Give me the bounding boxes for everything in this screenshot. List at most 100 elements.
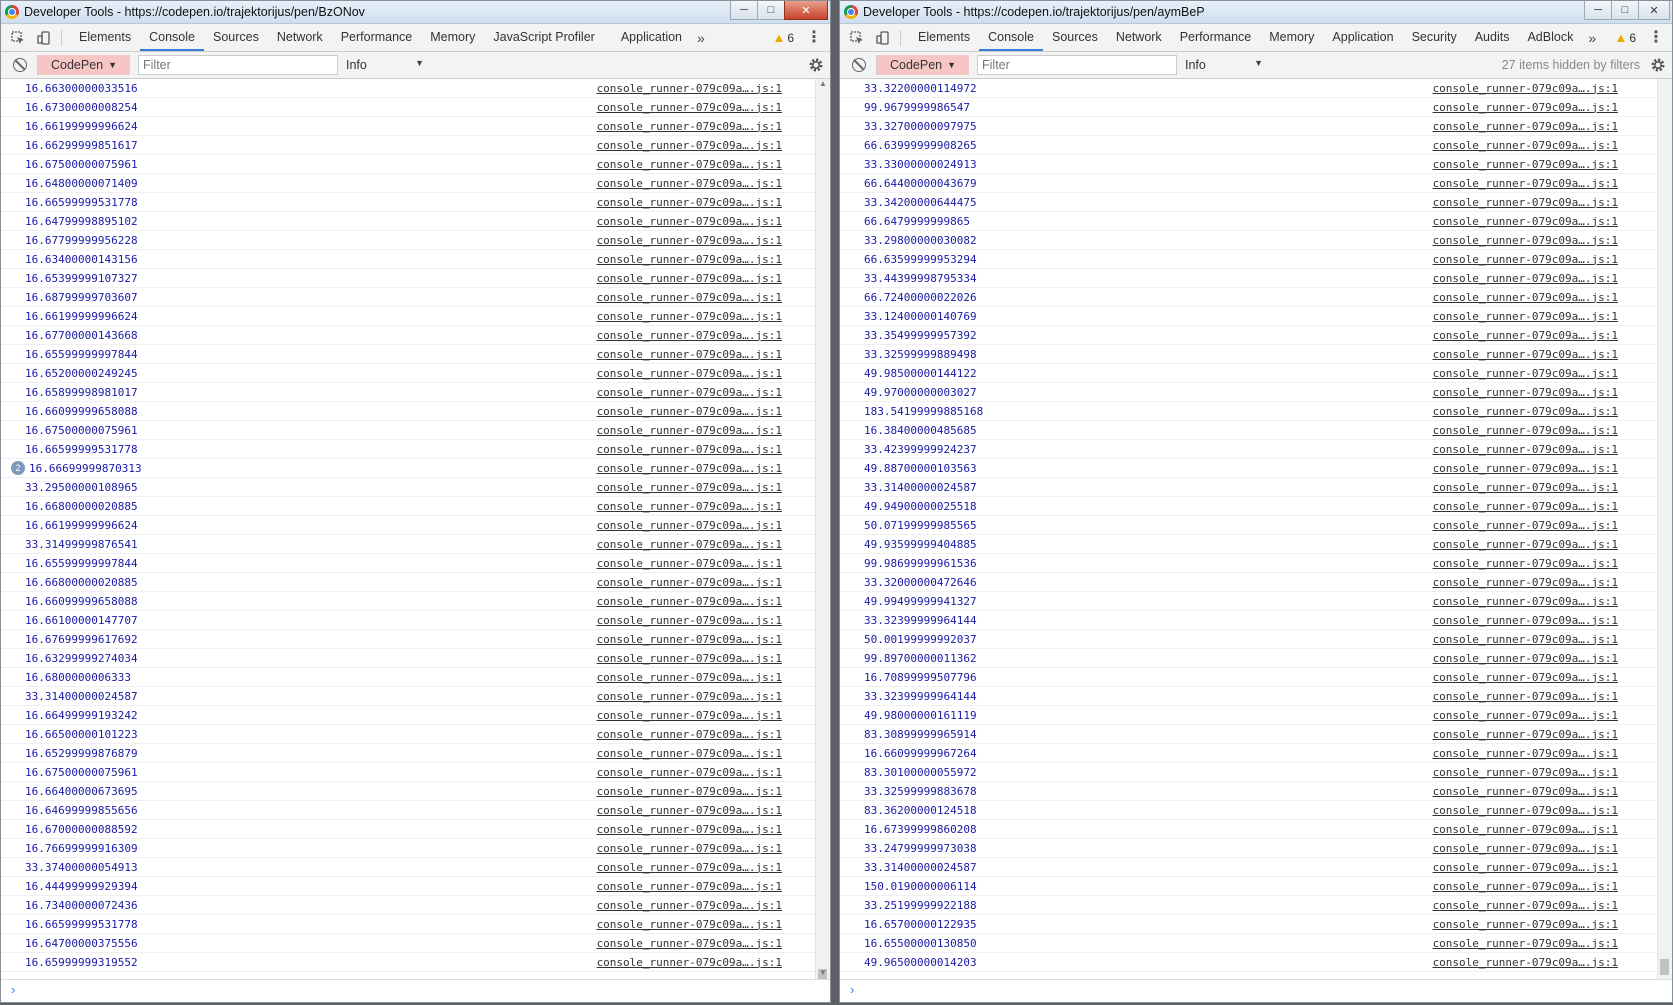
source-link[interactable]: console_runner-079c09a….js:1 [1433,82,1618,95]
console-prompt[interactable]: › [840,979,1672,1002]
source-link[interactable]: console_runner-079c09a….js:1 [1433,348,1618,361]
source-link[interactable]: console_runner-079c09a….js:1 [1433,424,1618,437]
source-link[interactable]: console_runner-079c09a….js:1 [597,671,782,684]
context-select[interactable]: CodePen ▼ [37,55,130,75]
source-link[interactable]: console_runner-079c09a….js:1 [597,633,782,646]
source-link[interactable]: console_runner-079c09a….js:1 [1433,538,1618,551]
tab-javascript-profiler[interactable]: JavaScript Profiler [484,24,603,51]
source-link[interactable]: console_runner-079c09a….js:1 [1433,557,1618,570]
clear-console-icon[interactable] [852,58,866,72]
more-options-icon[interactable]: ⋮ [806,24,822,51]
source-link[interactable]: console_runner-079c09a….js:1 [1433,861,1618,874]
close-icon[interactable]: ✕ [784,1,828,20]
source-link[interactable]: console_runner-079c09a….js:1 [597,329,782,342]
source-link[interactable]: console_runner-079c09a….js:1 [1433,500,1618,513]
source-link[interactable]: console_runner-079c09a….js:1 [597,272,782,285]
source-link[interactable]: console_runner-079c09a….js:1 [1433,462,1618,475]
tab-performance[interactable]: Performance [1171,24,1261,51]
source-link[interactable]: console_runner-079c09a….js:1 [597,177,782,190]
source-link[interactable]: console_runner-079c09a….js:1 [597,842,782,855]
source-link[interactable]: console_runner-079c09a….js:1 [1433,709,1618,722]
tab-memory[interactable]: Memory [421,24,484,51]
gear-icon[interactable] [1650,57,1666,73]
gear-icon[interactable] [808,57,824,73]
filter-input[interactable] [977,55,1177,75]
source-link[interactable]: console_runner-079c09a….js:1 [597,234,782,247]
source-link[interactable]: console_runner-079c09a….js:1 [1433,386,1618,399]
device-toolbar-icon[interactable] [874,29,892,47]
inspect-element-icon[interactable] [848,29,866,47]
maximize-icon[interactable]: □ [1611,1,1639,20]
console-scrollbar[interactable]: ▲ ▼ [815,79,830,983]
tab-memory[interactable]: Memory [1260,24,1323,51]
source-link[interactable]: console_runner-079c09a….js:1 [597,614,782,627]
source-link[interactable]: console_runner-079c09a….js:1 [597,481,782,494]
source-link[interactable]: console_runner-079c09a….js:1 [597,405,782,418]
source-link[interactable]: console_runner-079c09a….js:1 [1433,937,1618,950]
source-link[interactable]: console_runner-079c09a….js:1 [597,785,782,798]
source-link[interactable]: console_runner-079c09a….js:1 [597,861,782,874]
source-link[interactable]: console_runner-079c09a….js:1 [1433,405,1618,418]
tab-elements[interactable]: Elements [909,24,979,51]
tab-sources[interactable]: Sources [204,24,268,51]
tab-sources[interactable]: Sources [1043,24,1107,51]
tab-console[interactable]: Console [140,24,204,51]
tab-elements[interactable]: Elements [70,24,140,51]
clear-console-icon[interactable] [13,58,27,72]
source-link[interactable]: console_runner-079c09a….js:1 [597,291,782,304]
source-link[interactable]: console_runner-079c09a….js:1 [1433,690,1618,703]
source-link[interactable]: console_runner-079c09a….js:1 [597,82,782,95]
source-link[interactable]: console_runner-079c09a….js:1 [1433,671,1618,684]
source-link[interactable]: console_runner-079c09a….js:1 [1433,234,1618,247]
source-link[interactable]: console_runner-079c09a….js:1 [597,386,782,399]
source-link[interactable]: console_runner-079c09a….js:1 [597,424,782,437]
more-tabs-button[interactable]: » [1582,30,1602,46]
source-link[interactable]: console_runner-079c09a….js:1 [1433,747,1618,760]
source-link[interactable]: console_runner-079c09a….js:1 [597,747,782,760]
source-link[interactable]: console_runner-079c09a….js:1 [597,348,782,361]
source-link[interactable]: console_runner-079c09a….js:1 [1433,519,1618,532]
more-tabs-button[interactable]: » [691,30,711,46]
source-link[interactable]: console_runner-079c09a….js:1 [597,101,782,114]
context-select[interactable]: CodePen ▼ [876,55,969,75]
source-link[interactable]: console_runner-079c09a….js:1 [1433,101,1618,114]
tab-network[interactable]: Network [268,24,332,51]
source-link[interactable]: console_runner-079c09a….js:1 [1433,215,1618,228]
source-link[interactable]: console_runner-079c09a….js:1 [1433,842,1618,855]
source-link[interactable]: console_runner-079c09a….js:1 [597,158,782,171]
source-link[interactable]: console_runner-079c09a….js:1 [597,557,782,570]
source-link[interactable]: console_runner-079c09a….js:1 [1433,291,1618,304]
console-scrollbar[interactable] [1657,79,1672,980]
tab-performance[interactable]: Performance [332,24,422,51]
source-link[interactable]: console_runner-079c09a….js:1 [1433,880,1618,893]
source-link[interactable]: console_runner-079c09a….js:1 [597,443,782,456]
source-link[interactable]: console_runner-079c09a….js:1 [597,462,782,475]
source-link[interactable]: console_runner-079c09a….js:1 [597,310,782,323]
source-link[interactable]: console_runner-079c09a….js:1 [1433,766,1618,779]
filter-input[interactable] [138,55,338,75]
source-link[interactable]: console_runner-079c09a….js:1 [1433,120,1618,133]
source-link[interactable]: console_runner-079c09a….js:1 [1433,956,1618,969]
warnings-counter[interactable]: ▲ 6 [1614,24,1636,51]
source-link[interactable]: console_runner-079c09a….js:1 [1433,785,1618,798]
inspect-element-icon[interactable] [9,29,27,47]
source-link[interactable]: console_runner-079c09a….js:1 [1433,804,1618,817]
console-prompt[interactable]: › [1,979,830,1002]
source-link[interactable]: console_runner-079c09a….js:1 [597,215,782,228]
minimize-icon[interactable]: ─ [730,1,758,20]
tab-application[interactable]: Application [612,24,691,51]
source-link[interactable]: console_runner-079c09a….js:1 [1433,899,1618,912]
tab-console[interactable]: Console [979,24,1043,51]
source-link[interactable]: console_runner-079c09a….js:1 [597,196,782,209]
close-icon[interactable]: ✕ [1638,1,1670,20]
device-toolbar-icon[interactable] [35,29,53,47]
source-link[interactable]: console_runner-079c09a….js:1 [1433,367,1618,380]
tab-application[interactable]: Application [1323,24,1402,51]
source-link[interactable]: console_runner-079c09a….js:1 [597,652,782,665]
source-link[interactable]: console_runner-079c09a….js:1 [597,139,782,152]
source-link[interactable]: console_runner-079c09a….js:1 [597,766,782,779]
source-link[interactable]: console_runner-079c09a….js:1 [1433,443,1618,456]
tab-adblock[interactable]: AdBlock [1518,24,1582,51]
source-link[interactable]: console_runner-079c09a….js:1 [597,709,782,722]
source-link[interactable]: console_runner-079c09a….js:1 [597,253,782,266]
